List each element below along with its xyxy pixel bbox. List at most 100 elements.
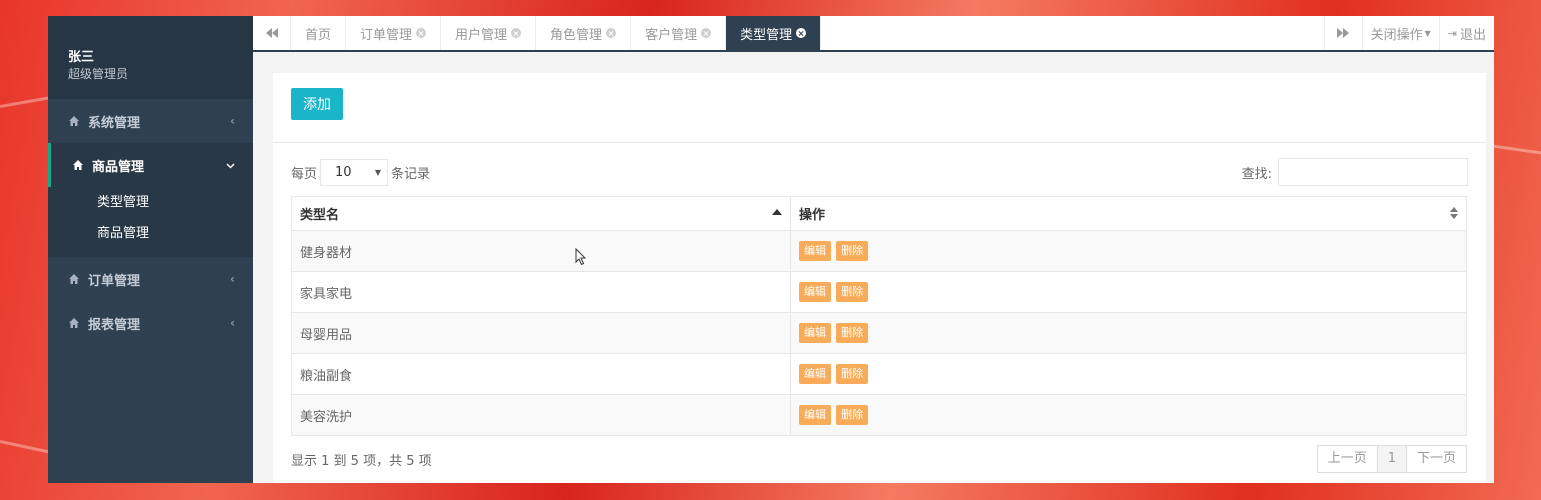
type-name-cell: 母婴用品 [291,312,791,354]
sidebar-menu: 系统管理 ‹ 商品管理 类型管理 商品管理 订单管理 ‹ 报表管理 ‹ [48,99,253,345]
tab-label: 类型管理 [740,27,793,43]
sidebar-item-label: 系统管理 [88,115,141,131]
tab-orders[interactable]: 订单管理 [346,16,442,50]
page-length-select[interactable]: 10 ▼ [320,158,389,186]
close-operations-dropdown[interactable]: 关闭操作 ▼ [1361,16,1439,50]
search-control: 查找: [1242,158,1468,186]
scroll-tabs-left-button[interactable] [253,16,291,50]
main-area: 首页 订单管理 用户管理 角色管理 客户管理 类型管理 关闭操作 ▼ ⇥ 退出 [253,16,1494,483]
sidebar-submenu-product: 类型管理 商品管理 [48,187,253,257]
table-info: 显示 1 到 5 项，共 5 项 [291,454,432,469]
tab-home[interactable]: 首页 [291,16,347,50]
type-name-cell: 美容洗护 [291,394,791,436]
chevron-left-icon: ‹ [230,316,235,330]
table-header-row: 类型名 操作 [291,196,1467,231]
edit-button[interactable]: 编辑 [799,241,831,261]
submenu-item-product-management[interactable]: 商品管理 [48,218,253,249]
panel-toolbar: 添加 [273,73,1486,143]
edit-button[interactable]: 编辑 [799,323,831,343]
chevron-down-icon [226,158,235,172]
sidebar-item-label: 订单管理 [88,273,141,289]
sort-asc-icon [772,209,782,215]
page-number-button[interactable]: 1 [1376,445,1407,473]
close-tab-icon[interactable] [796,28,807,38]
home-icon [72,158,86,172]
tab-users[interactable]: 用户管理 [441,16,537,50]
table-row: 粮油副食 编辑 删除 [291,353,1467,395]
double-chevron-right-icon [1337,28,1350,38]
edit-button[interactable]: 编辑 [799,364,831,384]
tab-label: 用户管理 [455,27,508,43]
tab-roles[interactable]: 角色管理 [536,16,632,50]
close-tab-icon[interactable] [511,28,522,38]
actions-cell: 编辑 删除 [790,353,1467,395]
chevron-left-icon: ‹ [230,114,235,128]
tab-types[interactable]: 类型管理 [726,16,822,50]
table-controls: 每页 10 ▼ 条记录 查找: [291,157,1468,187]
sort-both-icon [1450,207,1458,220]
tab-customers[interactable]: 客户管理 [631,16,727,50]
type-table: 类型名 操作 健身器材 编辑 删除 家具家电 编辑 删除 母婴用品 编辑 删除 … [291,196,1467,436]
caret-down-icon: ▼ [374,167,382,177]
table-row: 美容洗护 编辑 删除 [291,394,1467,436]
tab-label: 首页 [305,27,332,43]
double-chevron-left-icon [265,28,278,38]
edit-button[interactable]: 编辑 [799,405,831,425]
table-row: 健身器材 编辑 删除 [291,230,1467,272]
column-header-label: 类型名 [300,208,340,223]
type-name-cell: 粮油副食 [291,353,791,395]
home-icon [68,272,82,286]
sidebar-item-orders[interactable]: 订单管理 ‹ [48,257,253,301]
page-length-control: 每页 10 ▼ 条记录 [291,158,430,186]
table-row: 家具家电 编辑 删除 [291,271,1467,313]
submenu-item-type-management[interactable]: 类型管理 [48,187,253,218]
sidebar-item-label: 商品管理 [92,159,145,175]
caret-down-icon: ▼ [1424,28,1431,38]
search-label: 查找: [1241,166,1272,182]
actions-cell: 编辑 删除 [790,394,1467,436]
next-page-button[interactable]: 下一页 [1405,445,1467,473]
column-header-label: 操作 [799,208,826,223]
delete-button[interactable]: 删除 [836,323,869,343]
type-name-cell: 家具家电 [291,271,791,313]
search-input[interactable] [1278,158,1468,186]
add-button[interactable]: 添加 [291,88,343,120]
tab-label: 客户管理 [645,27,698,43]
tab-label: 角色管理 [550,27,603,43]
user-name: 张三 [68,50,95,65]
scroll-tabs-right-button[interactable] [1323,16,1362,50]
sidebar-item-label: 报表管理 [88,317,141,333]
sidebar-item-reports[interactable]: 报表管理 ‹ [48,301,253,345]
tab-label: 订单管理 [360,27,413,43]
home-icon [68,316,82,330]
prev-page-button[interactable]: 上一页 [1316,445,1378,473]
logout-label: 退出 [1459,27,1486,43]
sidebar-item-product[interactable]: 商品管理 [48,143,253,187]
delete-button[interactable]: 删除 [836,241,869,261]
delete-button[interactable]: 删除 [836,364,869,384]
logout-button[interactable]: ⇥ 退出 [1438,16,1494,50]
table-row: 母婴用品 编辑 删除 [291,312,1467,354]
user-profile[interactable]: 张三 超级管理员 [48,16,253,99]
page-length-prefix: 每页 [291,166,318,182]
close-operations-label: 关闭操作 [1370,27,1423,43]
sidebar: 张三 超级管理员 系统管理 ‹ 商品管理 类型管理 商品管理 订单管理 ‹ 报表… [48,16,253,483]
edit-button[interactable]: 编辑 [799,282,831,302]
close-tab-icon[interactable] [606,28,617,38]
actions-cell: 编辑 删除 [790,312,1467,354]
table-panel: 每页 10 ▼ 条记录 查找: 类型名 操作 健身器材 编辑 删除 家具家电 编… [273,143,1486,483]
column-header-actions[interactable]: 操作 [790,196,1467,231]
delete-button[interactable]: 删除 [836,282,869,302]
sidebar-item-system[interactable]: 系统管理 ‹ [48,99,253,143]
page-tabs: 首页 订单管理 用户管理 角色管理 客户管理 类型管理 [291,16,1324,50]
close-tab-icon[interactable] [416,28,427,38]
close-tab-icon[interactable] [701,28,712,38]
delete-button[interactable]: 删除 [836,405,869,425]
home-icon [68,114,82,128]
tab-bar: 首页 订单管理 用户管理 角色管理 客户管理 类型管理 关闭操作 ▼ ⇥ 退出 [253,16,1494,52]
type-name-cell: 健身器材 [291,230,791,272]
actions-cell: 编辑 删除 [790,230,1467,272]
sign-out-icon: ⇥ [1447,26,1457,40]
column-header-type-name[interactable]: 类型名 [291,196,791,231]
actions-cell: 编辑 删除 [790,271,1467,313]
